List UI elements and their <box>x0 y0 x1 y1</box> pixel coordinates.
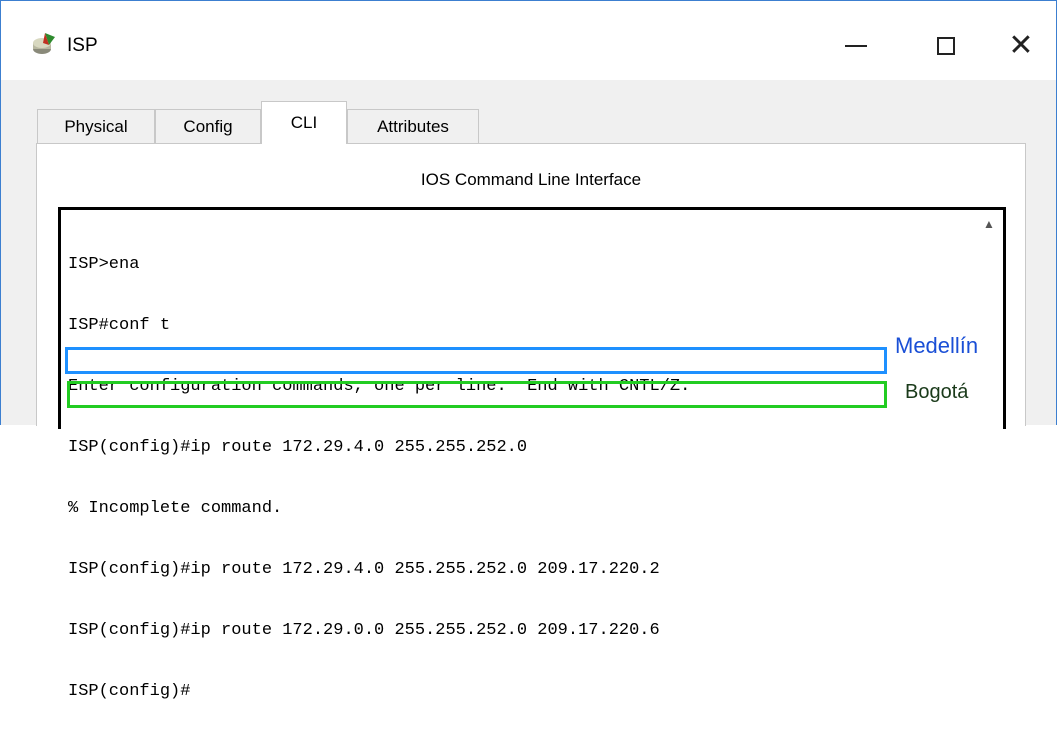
terminal-line: ISP>ena <box>68 255 140 274</box>
terminal-line: % Incomplete command. <box>68 499 283 518</box>
panel-title: IOS Command Line Interface <box>420 170 642 189</box>
terminal-line: ISP#conf t <box>68 316 171 335</box>
terminal-line: ISP(config)#ip route 172.29.0.0 255.255.… <box>68 621 660 640</box>
minimize-icon <box>845 45 867 47</box>
medellin-annotation: Medellín <box>895 333 979 358</box>
terminal-prompt-line: ISP(config)# <box>68 682 191 701</box>
bogota-annotation: Bogotá <box>905 381 969 403</box>
tab-physical[interactable]: Physical <box>37 109 155 143</box>
tab-config[interactable]: Config <box>155 109 261 143</box>
scroll-up-arrow-icon[interactable]: ▲ <box>979 214 999 234</box>
maximize-icon <box>937 37 955 55</box>
router-icon <box>33 33 55 54</box>
tab-cli[interactable]: CLI <box>261 101 347 144</box>
title-bar[interactable]: ISP ✕ <box>1 1 1056 80</box>
tab-attributes[interactable]: Attributes <box>347 109 479 143</box>
close-button[interactable]: ✕ <box>986 21 1056 71</box>
medellin-highlight-box <box>65 347 887 374</box>
bogota-highlight-box <box>67 381 887 408</box>
maximize-button[interactable] <box>911 21 981 71</box>
close-icon: ✕ <box>1008 29 1034 62</box>
terminal-output: ISP>ena ISP#conf t Enter configuration c… <box>68 215 690 741</box>
terminal-line: ISP(config)#ip route 172.29.4.0 255.255.… <box>68 438 528 457</box>
minimize-button[interactable] <box>821 21 891 71</box>
terminal-line: ISP(config)#ip route 172.29.4.0 255.255.… <box>68 560 660 579</box>
window-title: ISP <box>67 35 98 56</box>
